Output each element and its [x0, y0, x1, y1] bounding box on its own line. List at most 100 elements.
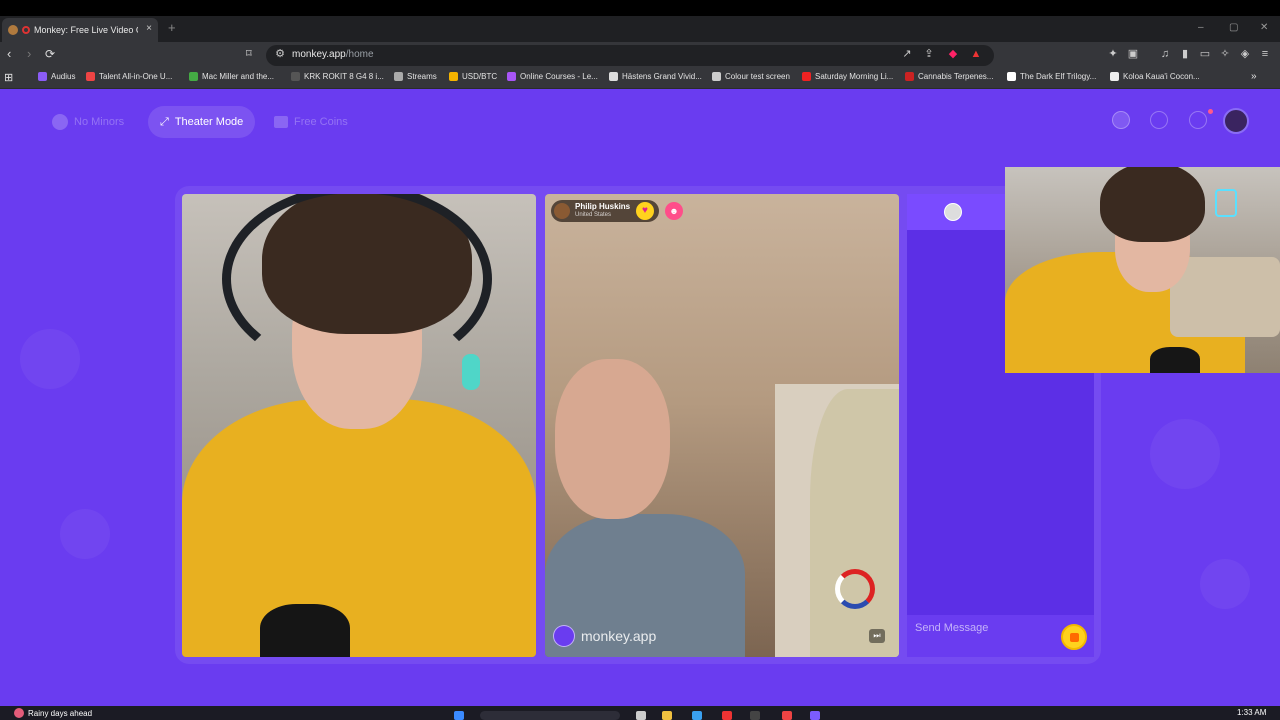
free-coins-button[interactable]: Free Coins [262, 106, 360, 138]
wallet-icon[interactable]: ▭ [1198, 47, 1212, 61]
site-info-icon[interactable]: ⚙ [273, 47, 287, 61]
file-explorer-icon[interactable] [662, 711, 672, 720]
media-icon[interactable]: ♫ [1158, 47, 1172, 61]
maximize-button[interactable]: ▢ [1229, 22, 1238, 33]
expand-icon: ⤢ [160, 115, 169, 128]
forward-button[interactable]: › [27, 47, 31, 61]
taskbar-clock[interactable]: 1:33 AM [1237, 708, 1266, 717]
heart-icon[interactable]: ♥ [636, 202, 654, 220]
bookmark-item[interactable]: Saturday Morning Li... [802, 72, 893, 81]
bookmark-page-icon[interactable]: ⌑ [246, 47, 252, 61]
bookmark-favicon-icon [394, 72, 403, 81]
person-hair [1100, 167, 1205, 242]
app-icon[interactable] [722, 711, 732, 720]
back-button[interactable]: ‹ [7, 47, 11, 61]
close-window-button[interactable]: ✕ [1260, 22, 1268, 33]
start-icon[interactable] [454, 711, 464, 720]
bookmark-favicon-icon [1110, 72, 1119, 81]
couch [1170, 257, 1280, 337]
bookmark-favicon-icon [1007, 72, 1016, 81]
coins-icon [274, 116, 288, 128]
messages-icon[interactable] [1189, 111, 1207, 129]
match-avatar [554, 203, 570, 219]
vpn-icon[interactable]: ◈ [1238, 47, 1252, 61]
user-avatar[interactable] [1223, 108, 1249, 134]
bookmarks-overflow-icon[interactable]: » [1251, 71, 1257, 82]
coin-balance-icon[interactable] [1112, 111, 1130, 129]
calendar-icon[interactable] [692, 711, 702, 720]
person-face [555, 359, 670, 519]
bookmark-item[interactable]: Talent All-in-One U... [86, 72, 172, 81]
brave-rewards-icon[interactable]: ▲ [969, 47, 983, 61]
bookmark-item[interactable]: Colour test screen [712, 72, 790, 81]
bookmark-favicon-icon [802, 72, 811, 81]
bookmark-favicon-icon [905, 72, 914, 81]
bookmark-favicon-icon [449, 72, 458, 81]
match-video [545, 194, 899, 657]
taskbar-search[interactable] [480, 711, 620, 720]
bookmark-favicon-icon [189, 72, 198, 81]
top-strip [0, 0, 1280, 16]
bookmark-item[interactable]: Hästens Grand Vivid... [609, 72, 702, 81]
send-message-input[interactable]: Send Message [915, 622, 988, 634]
neon-sign [1215, 189, 1237, 217]
sidebar-icon[interactable]: ▮ [1178, 47, 1192, 61]
url-domain: monkey.app [292, 49, 346, 60]
screen: Monkey: Free Live Video Chat × + – ▢ ✕ ‹… [0, 0, 1280, 720]
task-view-icon[interactable] [636, 711, 646, 720]
gift-icon[interactable] [1061, 624, 1087, 650]
tab-close-icon[interactable]: × [146, 23, 152, 34]
headphones [222, 194, 492, 374]
bookmark-item[interactable]: Mac Miller and the... [189, 72, 274, 81]
notification-badge [1208, 109, 1213, 114]
share-icon[interactable]: ⇪ [922, 47, 936, 61]
bookmark-favicon-icon [86, 72, 95, 81]
apps-grid-icon[interactable]: ⊞ [4, 71, 13, 84]
reload-button[interactable]: ⟳ [45, 47, 55, 61]
brave-icon[interactable] [782, 711, 792, 720]
second-person [810, 389, 899, 657]
no-minors-toggle[interactable]: No Minors [40, 106, 136, 138]
bookmark-item[interactable]: Streams [394, 72, 437, 81]
leo-ai-icon[interactable]: ✧ [1218, 47, 1232, 61]
bookmark-item[interactable]: Online Courses - Le... [507, 72, 598, 81]
bookmark-favicon-icon [507, 72, 516, 81]
lava-lamp [462, 354, 480, 390]
bookmark-item[interactable]: Cannabis Terpenes... [905, 72, 993, 81]
discord-icon[interactable] [810, 711, 820, 720]
bookmark-item[interactable]: Audius [38, 72, 75, 81]
theater-mode-button[interactable]: ⤢ Theater Mode [148, 106, 256, 138]
person-shirt [182, 399, 536, 657]
bookmark-item[interactable]: The Dark Elf Trilogy... [1007, 72, 1096, 81]
extensions-icon[interactable]: ✦ [1106, 47, 1120, 61]
bookmarks-bar: ⊞ Audius Talent All-in-One U... Mac Mill… [0, 68, 1280, 89]
url-text[interactable]: monkey.app/home [292, 49, 374, 60]
background-bubble [1150, 419, 1220, 489]
bookmark-favicon-icon [712, 72, 721, 81]
new-tab-button[interactable]: + [168, 20, 176, 35]
webcam-overlay [1005, 167, 1280, 373]
self-video [182, 194, 536, 657]
address-bar[interactable] [266, 45, 994, 66]
app-icon[interactable] [750, 711, 760, 720]
bookmark-item[interactable]: USD/BTC [449, 72, 497, 81]
bookmark-favicon-icon [609, 72, 618, 81]
screenshot-icon[interactable]: ▣ [1126, 47, 1140, 61]
bookmark-favicon-icon [38, 72, 47, 81]
browser-tab-monkey[interactable]: Monkey: Free Live Video Chat × [2, 18, 158, 42]
microphone [260, 604, 350, 657]
weather-widget[interactable]: Rainy days ahead [14, 708, 92, 718]
bookmark-item[interactable]: KRK ROKIT 8 G4 8 i... [291, 72, 384, 81]
recording-icon [22, 26, 30, 34]
bookmark-favicon-icon [291, 72, 300, 81]
history-icon[interactable] [1150, 111, 1168, 129]
skip-icon[interactable]: ⏭ [869, 629, 885, 643]
chat-partner-avatar[interactable] [944, 203, 962, 221]
minimize-button[interactable]: – [1198, 22, 1204, 33]
brave-shields-icon[interactable]: ◆ [946, 47, 960, 61]
microphone [1150, 347, 1200, 373]
open-external-icon[interactable]: ↗ [900, 47, 914, 61]
menu-icon[interactable]: ≡ [1258, 47, 1272, 61]
report-icon[interactable]: ☻ [665, 202, 683, 220]
bookmark-item[interactable]: Koloa Kaua'i Cocon... [1110, 72, 1200, 81]
